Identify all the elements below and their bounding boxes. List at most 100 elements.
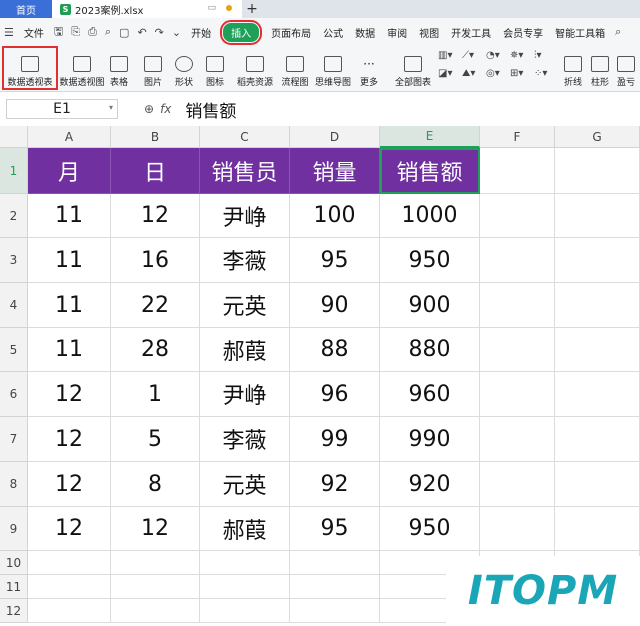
cell-g9[interactable] [555,507,640,551]
menu-page-layout[interactable]: 页面布局 [265,25,317,40]
more-button[interactable]: ··· 更多 [356,48,382,88]
cell-d1[interactable]: 销量 [290,148,380,194]
cell-a2[interactable]: 11 [28,194,111,238]
cell-b3[interactable]: 16 [111,238,200,283]
cell-d5[interactable]: 88 [290,328,380,372]
cell-c12[interactable] [200,599,290,623]
cell-e2[interactable]: 1000 [380,194,480,238]
name-box-dropdown-icon[interactable]: ▾ [109,103,113,112]
all-charts-button[interactable]: 全部图表 [394,48,432,88]
cell-c11[interactable] [200,575,290,599]
menu-home[interactable]: 开始 [185,25,217,40]
cell-d2[interactable]: 100 [290,194,380,238]
row-header-10[interactable]: 10 [0,551,28,575]
menu-formulas[interactable]: 公式 [317,25,349,40]
cell-d8[interactable]: 92 [290,462,380,507]
cell-f1[interactable] [480,148,555,194]
column-header-c[interactable]: C [200,126,290,148]
row-header-5[interactable]: 5 [0,328,28,372]
row-header-6[interactable]: 6 [0,372,28,417]
cell-c8[interactable]: 元英 [200,462,290,507]
row-header-1[interactable]: 1 [0,148,28,194]
row-header-9[interactable]: 9 [0,507,28,551]
new-tab-button[interactable]: + [242,0,262,18]
cell-d3[interactable]: 95 [290,238,380,283]
picture-button[interactable]: 图片 [140,48,166,88]
cell-a1[interactable]: 月 [28,148,111,194]
cell-b12[interactable] [111,599,200,623]
cell-c7[interactable]: 李薇 [200,417,290,462]
cell-e1[interactable]: 销售额 [380,148,480,194]
sparkline-line-button[interactable]: 折线 [560,48,586,88]
more-dropdown-icon[interactable]: ⌄ [168,26,185,39]
cell-d4[interactable]: 90 [290,283,380,328]
undo-icon[interactable]: ↶ [133,26,150,39]
docer-resource-button[interactable]: 稻壳资源 [236,48,274,88]
row-header-12[interactable]: 12 [0,599,28,623]
donut-chart-small-icon[interactable]: ◎▾ [486,68,500,79]
cell-c9[interactable]: 郝葭 [200,507,290,551]
cell-d12[interactable] [290,599,380,623]
cell-d7[interactable]: 99 [290,417,380,462]
combo-chart-small-icon[interactable]: ⊞▾ [510,68,523,79]
cell-g1[interactable] [555,148,640,194]
cell-g2[interactable] [555,194,640,238]
sparkline-column-button[interactable]: 柱形 [588,48,612,88]
file-tab[interactable]: S 2023案例.xlsx ▭ [52,0,242,18]
cell-c5[interactable]: 郝葭 [200,328,290,372]
cell-a6[interactable]: 12 [28,372,111,417]
formula-input[interactable]: 销售额 [185,97,236,122]
cell-a5[interactable]: 11 [28,328,111,372]
column-header-e[interactable]: E [380,126,480,148]
stock-chart-small-icon[interactable]: ⫶▾ [534,50,542,61]
cell-f6[interactable] [480,372,555,417]
cell-e7[interactable]: 990 [380,417,480,462]
mind-map-button[interactable]: 思维导图 [314,48,352,88]
scatter-chart-small-icon[interactable]: ⁘▾ [534,68,547,79]
cell-f5[interactable] [480,328,555,372]
menu-insert[interactable]: 插入 [220,19,263,45]
cell-f3[interactable] [480,238,555,283]
cell-c1[interactable]: 销售员 [200,148,290,194]
column-header-b[interactable]: B [111,126,200,148]
file-menu[interactable]: 文件 [18,25,50,40]
cell-d6[interactable]: 96 [290,372,380,417]
line-chart-small-icon[interactable]: ⟋▾ [462,50,474,61]
cell-b11[interactable] [111,575,200,599]
menu-member[interactable]: 会员专享 [497,25,549,40]
area-chart-small-icon[interactable]: ⛰▾ [462,68,475,79]
cell-e4[interactable]: 900 [380,283,480,328]
monitor-icon[interactable]: ▭ [207,3,216,13]
cell-g3[interactable] [555,238,640,283]
cell-c2[interactable]: 尹峥 [200,194,290,238]
cell-a12[interactable] [28,599,111,623]
redo-icon[interactable]: ↷ [151,26,168,39]
cell-b8[interactable]: 8 [111,462,200,507]
cell-b7[interactable]: 5 [111,417,200,462]
cell-a11[interactable] [28,575,111,599]
export-icon[interactable]: ⎘ [67,25,84,39]
row-header-8[interactable]: 8 [0,462,28,507]
column-header-d[interactable]: D [290,126,380,148]
sparkline-winloss-button[interactable]: 盈亏 [614,48,638,88]
zoom-search-icon[interactable]: ⊕ [144,102,154,116]
cell-f2[interactable] [480,194,555,238]
cell-e8[interactable]: 920 [380,462,480,507]
cell-a8[interactable]: 12 [28,462,111,507]
cell-c3[interactable]: 李薇 [200,238,290,283]
save-icon[interactable]: 🖫 [50,23,67,42]
icon-button[interactable]: 图标 [202,48,228,88]
column-header-g[interactable]: G [555,126,640,148]
pivot-chart-button[interactable]: 数据透视图 [58,48,106,88]
cell-a9[interactable]: 12 [28,507,111,551]
row-header-2[interactable]: 2 [0,194,28,238]
home-tab[interactable]: 首页 [0,0,52,18]
cell-b1[interactable]: 日 [111,148,200,194]
preview-icon[interactable]: ▢ [115,26,133,39]
cell-e3[interactable]: 950 [380,238,480,283]
row-header-11[interactable]: 11 [0,575,28,599]
cell-e9[interactable]: 950 [380,507,480,551]
radar-chart-small-icon[interactable]: ✵▾ [510,50,523,61]
menu-data[interactable]: 数据 [349,25,381,40]
cell-a10[interactable] [28,551,111,575]
